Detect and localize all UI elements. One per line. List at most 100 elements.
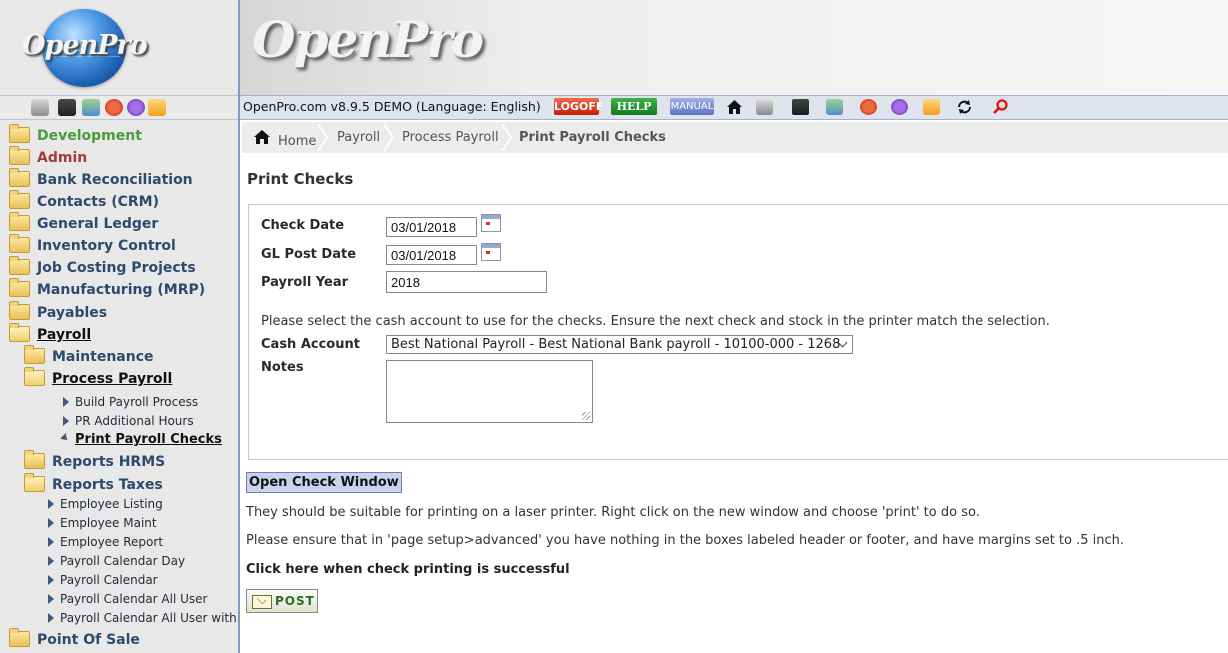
menu-item-build-payroll-process[interactable]: Build Payroll Process (75, 395, 198, 409)
q-icon[interactable] (127, 99, 145, 116)
logoff-button[interactable]: LOGOFF (554, 98, 603, 115)
menu-item-payroll-calendar-day[interactable]: Payroll Calendar Day (60, 554, 185, 568)
printer-icon[interactable] (756, 99, 773, 115)
arrow-right-icon (63, 397, 69, 407)
menu-item-payroll-calendar[interactable]: Payroll Calendar (60, 573, 158, 587)
search-icon[interactable] (992, 99, 1009, 115)
breadcrumb-process-payroll[interactable]: Process Payroll (402, 130, 499, 145)
menu-item-admin[interactable]: Admin (37, 150, 87, 166)
breadcrumb-separator (501, 124, 513, 151)
arrow-expanded-icon (60, 433, 70, 443)
home-icon[interactable] (253, 129, 271, 145)
page-setup-note: Please ensure that in 'page setup>advanc… (246, 533, 1125, 548)
instruction-text: Please select the cash account to use fo… (261, 314, 1050, 329)
notes-textarea[interactable] (386, 360, 593, 423)
folder-icon (9, 234, 30, 253)
menu-item-contacts[interactable]: Contacts (CRM) (37, 194, 159, 210)
alert-icon[interactable] (860, 99, 877, 115)
menu-item-employee-report[interactable]: Employee Report (60, 535, 163, 549)
breadcrumb-separator (383, 124, 395, 151)
print-success-text: Click here when check printing is succes… (246, 562, 570, 577)
calendar-icon[interactable] (481, 214, 501, 232)
envelope-icon (252, 595, 272, 609)
payroll-year-label: Payroll Year (261, 275, 349, 290)
alert-icon[interactable] (105, 99, 123, 116)
header-logo[interactable]: OpenPro (252, 10, 484, 69)
arrow-right-icon (63, 416, 69, 426)
breadcrumb-payroll[interactable]: Payroll (337, 130, 380, 145)
menu-item-process-payroll[interactable]: Process Payroll (52, 371, 172, 387)
printing-note: They should be suitable for printing on … (246, 505, 980, 520)
sidebar: OpenPro Development Admin Bank Reconcili… (0, 0, 240, 653)
arrow-right-icon (48, 594, 54, 604)
folder-icon (9, 212, 30, 231)
gl-post-date-label: GL Post Date (261, 247, 357, 262)
arrow-right-icon (48, 556, 54, 566)
check-date-field[interactable]: 03/01/2018 (386, 217, 477, 237)
calculator-icon[interactable] (58, 99, 76, 116)
logo-area: OpenPro (0, 0, 238, 95)
q-icon[interactable] (891, 99, 908, 115)
users-icon[interactable] (82, 99, 100, 116)
menu-item-reports-hrms[interactable]: Reports HRMS (52, 454, 165, 470)
breadcrumb-separator (317, 124, 329, 151)
menu-item-manufacturing[interactable]: Manufacturing (MRP) (37, 282, 205, 298)
calculator-icon[interactable] (792, 99, 809, 115)
breadcrumb-print-payroll-checks: Print Payroll Checks (519, 130, 666, 145)
folder-icon (9, 628, 30, 647)
folder-icon (9, 168, 30, 187)
notes-label: Notes (261, 360, 304, 375)
menu-item-payroll-calendar-all-user-with-ec[interactable]: Payroll Calendar All User with Ec (60, 611, 238, 625)
breadcrumb: Home Payroll Process Payroll Print Payro… (242, 122, 1228, 153)
page-title: Print Checks (247, 170, 354, 188)
menu-item-payroll-calendar-all-user[interactable]: Payroll Calendar All User (60, 592, 207, 606)
folder-icon (9, 190, 30, 209)
open-check-window-button[interactable]: Open Check Window (246, 472, 402, 493)
folder-icon (9, 124, 30, 143)
d-icon[interactable] (923, 99, 940, 115)
menu-item-development[interactable]: Development (37, 128, 142, 144)
users-icon[interactable] (826, 99, 843, 115)
sidebar-logo[interactable]: OpenPro (22, 30, 148, 61)
folder-open-icon (9, 323, 30, 342)
cash-account-label: Cash Account (261, 337, 360, 352)
arrow-right-icon (48, 575, 54, 585)
cash-account-select[interactable]: Best National Payroll - Best National Ba… (386, 335, 853, 354)
menu-item-payables[interactable]: Payables (37, 305, 107, 321)
resize-grip-icon[interactable] (582, 412, 590, 420)
payroll-year-field[interactable]: 2018 (386, 271, 547, 293)
home-icon[interactable] (726, 99, 743, 115)
menu-item-pr-additional-hours[interactable]: PR Additional Hours (75, 414, 194, 428)
sidebar-toolbar (0, 95, 238, 120)
menu-item-payroll[interactable]: Payroll (37, 327, 91, 343)
menu-item-maintenance[interactable]: Maintenance (52, 349, 154, 365)
arrow-right-icon (48, 613, 54, 623)
folder-icon (9, 278, 30, 297)
menu-item-print-payroll-checks[interactable]: Print Payroll Checks (75, 432, 222, 447)
arrow-right-icon (48, 518, 54, 528)
d-icon[interactable] (148, 99, 166, 116)
menu-item-reports-taxes[interactable]: Reports Taxes (52, 477, 163, 493)
refresh-icon[interactable] (956, 99, 973, 115)
menu-item-bank-reconciliation[interactable]: Bank Reconciliation (37, 172, 193, 188)
folder-icon (9, 301, 30, 320)
top-toolbar: OpenPro.com v8.9.5 DEMO (Language: Engli… (240, 95, 1228, 120)
folder-open-icon (24, 367, 45, 386)
printer-icon[interactable] (31, 99, 49, 116)
manual-button[interactable]: MANUAL (670, 98, 714, 115)
gl-post-date-field[interactable]: 03/01/2018 (386, 245, 477, 265)
menu-item-point-of-sale[interactable]: Point Of Sale (37, 632, 140, 648)
help-button[interactable]: HELP (611, 98, 657, 115)
menu-item-general-ledger[interactable]: General Ledger (37, 216, 158, 232)
menu-item-employee-listing[interactable]: Employee Listing (60, 497, 163, 511)
folder-icon (24, 450, 45, 469)
header-banner: OpenPro (240, 0, 1228, 95)
post-button[interactable]: POST (246, 589, 318, 613)
breadcrumb-home[interactable]: Home (278, 134, 316, 149)
menu-item-job-costing[interactable]: Job Costing Projects (37, 260, 196, 276)
calendar-icon[interactable] (481, 243, 501, 261)
menu-item-inventory-control[interactable]: Inventory Control (37, 238, 176, 254)
menu-item-employee-maint[interactable]: Employee Maint (60, 516, 157, 530)
cash-account-value: Best National Payroll - Best National Ba… (391, 337, 841, 352)
folder-open-icon (24, 473, 45, 492)
